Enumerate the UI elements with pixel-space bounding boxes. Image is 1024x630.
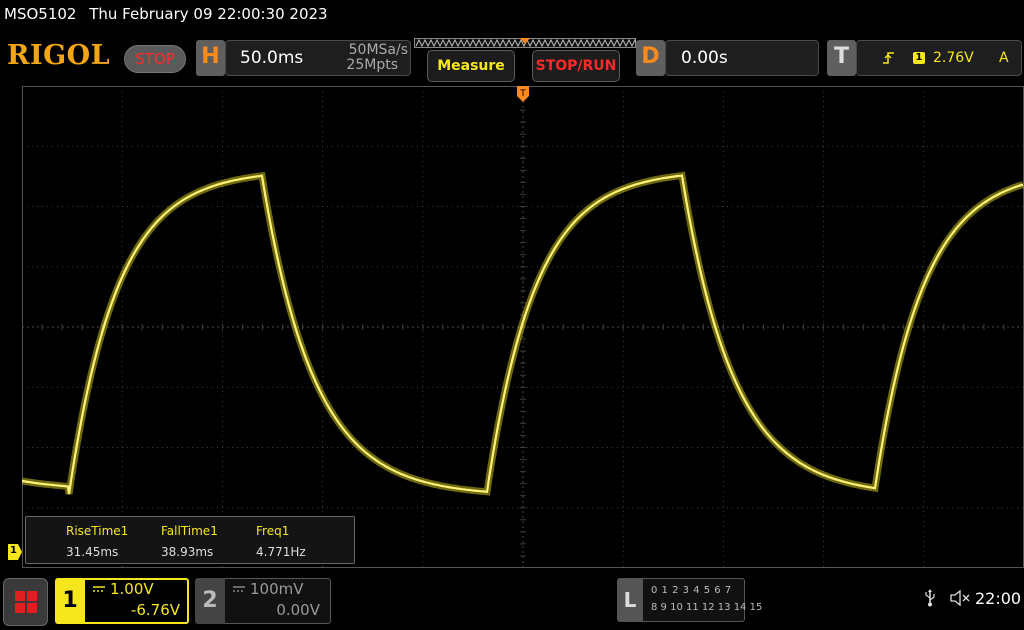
measurement-name: Freq1: [256, 524, 290, 538]
trigger-source-badge: 1: [913, 52, 925, 64]
measurement-value: 4.771Hz: [256, 545, 306, 559]
channel-1-tab[interactable]: 1: [55, 578, 85, 624]
memory-depth: 25Mpts: [346, 57, 398, 73]
measurement-value: 38.93ms: [161, 545, 214, 559]
logic-channel-row: 0 1 2 3 4 5 6 7: [651, 585, 732, 596]
measurement-name: FallTime1: [161, 524, 218, 538]
rising-edge-icon: [881, 50, 897, 70]
horizontal-tab[interactable]: H: [196, 40, 225, 76]
waveform-overview-strip[interactable]: [414, 37, 636, 49]
svg-text:T: T: [519, 89, 526, 99]
rigol-logo: RIGOL: [7, 40, 111, 71]
measurement-value: 31.45ms: [66, 545, 119, 559]
logic-analyzer-tab[interactable]: L: [617, 578, 643, 622]
dc-coupling-icon: [92, 583, 106, 596]
channel-1-offset: -6.76V: [130, 601, 180, 619]
delay-tab[interactable]: D: [636, 40, 665, 76]
date-time: Thu February 09 22:00:30 2023: [89, 5, 328, 23]
trigger-mode: A: [999, 50, 1009, 66]
channel-2-tab[interactable]: 2: [195, 578, 225, 624]
delay-value: 0.00s: [681, 48, 728, 68]
channel-2-scale: 100mV: [250, 580, 304, 598]
run-state-badge[interactable]: STOP: [124, 45, 186, 73]
grid-menu-icon: [15, 591, 37, 613]
dc-coupling-icon: [232, 583, 246, 596]
waveform-display[interactable]: T: [22, 86, 1024, 568]
timebase-value: 50.0ms: [240, 48, 304, 68]
measure-button[interactable]: Measure: [427, 50, 515, 82]
channel-1-scale: 1.00V: [110, 580, 154, 598]
model-name: MSO5102: [4, 5, 77, 23]
channel-2-offset: 0.00V: [276, 601, 320, 619]
logic-channel-row: 8 9 10 11 12 13 14 15: [651, 602, 763, 613]
trigger-level: 2.76V: [933, 50, 974, 66]
sample-rate: 50MSa/s: [348, 42, 408, 58]
sound-muted-icon[interactable]: [950, 589, 972, 612]
usb-icon[interactable]: [924, 589, 936, 612]
title-bar: MSO5102 Thu February 09 22:00:30 2023: [4, 5, 336, 23]
trigger-tab[interactable]: T: [827, 40, 856, 76]
ch1-ground-marker-label: 1: [10, 545, 17, 556]
stop-run-button[interactable]: STOP/RUN: [532, 50, 620, 82]
measurement-name: RiseTime1: [66, 524, 129, 538]
status-clock: 22:00: [975, 589, 1022, 608]
